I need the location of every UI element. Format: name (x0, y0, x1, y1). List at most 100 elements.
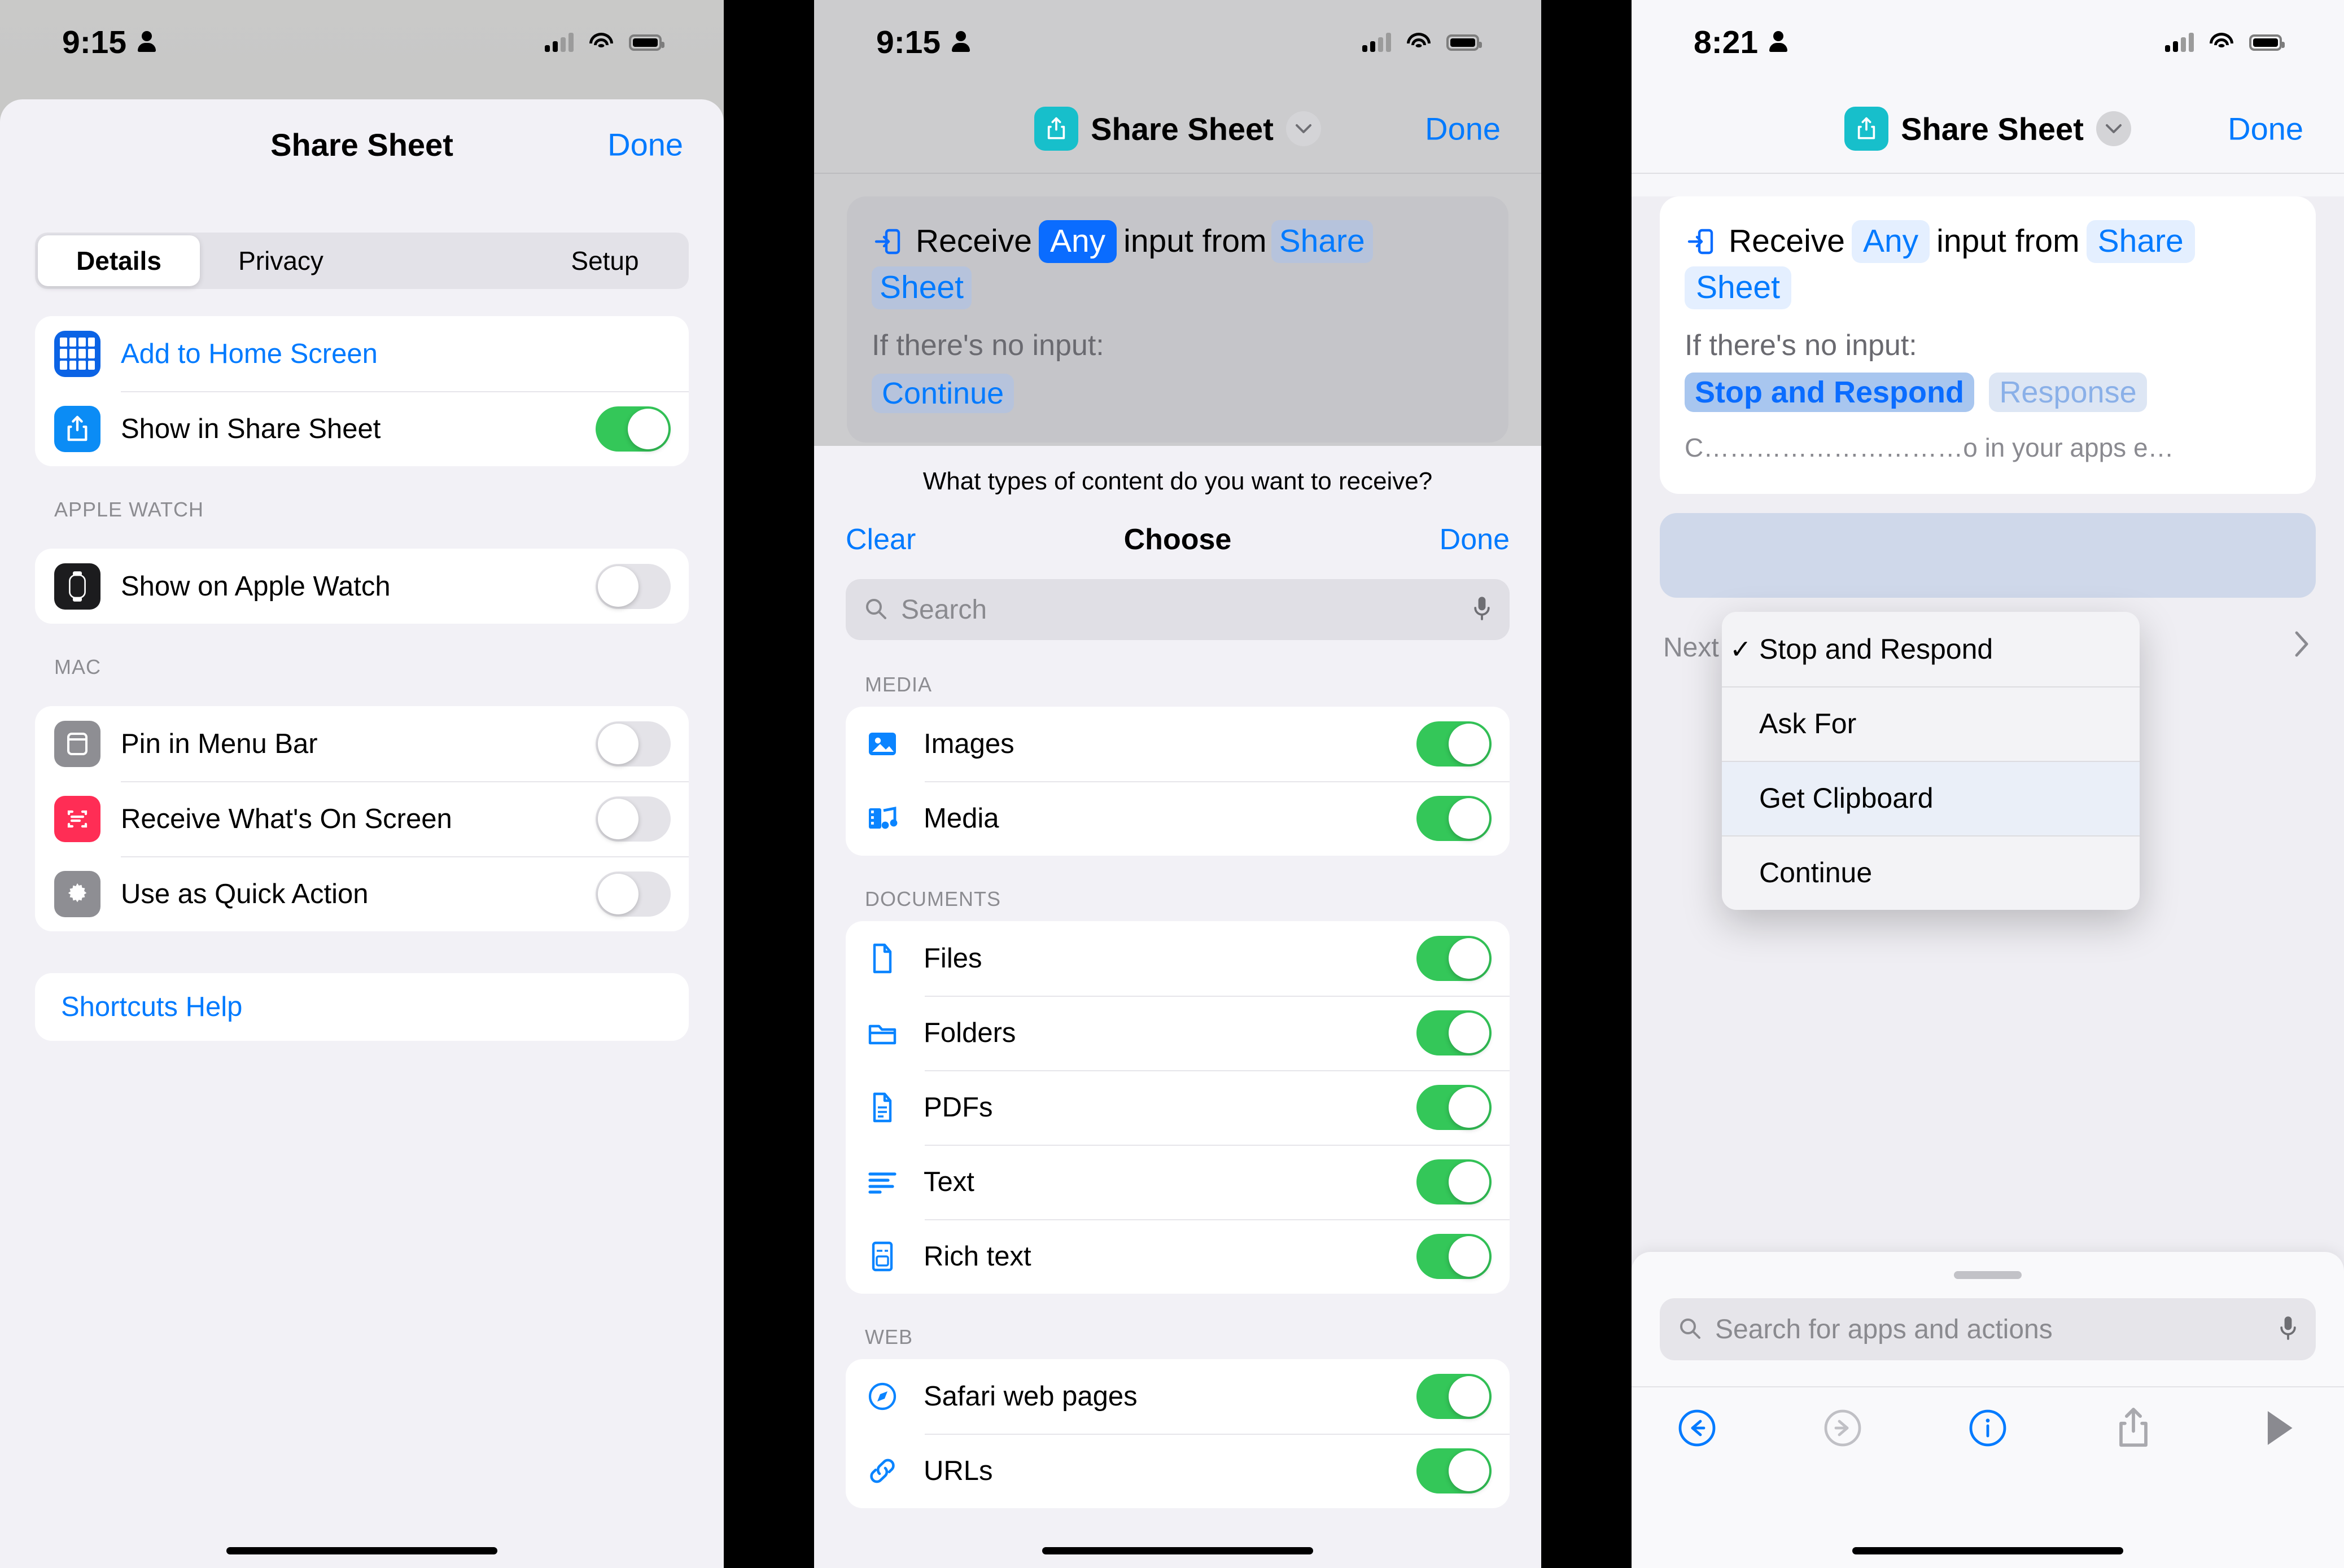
row-pin-in-menu-bar[interactable]: Pin in Menu Bar (35, 706, 689, 781)
panel-share-sheet-settings: 9:15 Share Sheet Done Details Privacy Se… (0, 0, 724, 1568)
undo-icon[interactable] (1673, 1404, 1721, 1452)
toggle-safari-web-pages[interactable] (1416, 1374, 1492, 1419)
token-input-type[interactable]: Any (1851, 220, 1930, 263)
play-icon[interactable] (2255, 1404, 2302, 1452)
media-icon (865, 801, 900, 836)
token-source-sheet[interactable]: Sheet (872, 266, 972, 309)
picker-prompt: What types of content do you want to rec… (922, 467, 1433, 495)
search-placeholder: Search (901, 594, 987, 625)
menu-item-stop-and-respond[interactable]: ✓ Stop and Respond (1722, 612, 2140, 686)
menu-item-ask-for[interactable]: Ask For (1722, 686, 2140, 761)
token-source-share[interactable]: Share (1271, 220, 1373, 263)
toggle-pin-in-menu-bar[interactable] (596, 721, 671, 767)
content-type-picker-sheet: What types of content do you want to rec… (814, 446, 1541, 1568)
chevron-down-icon[interactable] (1285, 111, 1321, 146)
battery-icon (1446, 34, 1482, 51)
search-input[interactable]: Search (846, 579, 1510, 640)
done-button[interactable]: Done (2228, 111, 2303, 147)
row-images[interactable]: Images (846, 707, 1510, 781)
chevron-down-icon[interactable] (2096, 111, 2131, 146)
toggle-folders[interactable] (1416, 1010, 1492, 1055)
tab-privacy[interactable]: Privacy (200, 235, 362, 286)
segmented-tabs[interactable]: Details Privacy Setup (35, 233, 689, 289)
receive-input-icon (872, 226, 903, 257)
row-use-as-quick-action[interactable]: Use as Quick Action (35, 856, 689, 931)
group-apple-watch: Show on Apple Watch (35, 549, 689, 624)
response-variable-token[interactable]: Response (1989, 372, 2147, 412)
menu-item-get-clipboard[interactable]: Get Clipboard (1722, 761, 2140, 835)
photo-icon (865, 726, 900, 761)
toggle-text[interactable] (1416, 1159, 1492, 1205)
toggle-images[interactable] (1416, 721, 1492, 767)
check-icon: ✓ (1730, 634, 1752, 664)
clear-button[interactable]: Clear (846, 523, 916, 557)
word-input-from: input from (1123, 223, 1267, 259)
toggle-show-on-apple-watch[interactable] (596, 563, 671, 609)
row-show-on-apple-watch[interactable]: Show on Apple Watch (35, 549, 689, 624)
group-documents: Files Folders PDFs Text Rich text (846, 921, 1510, 1294)
toggle-use-as-quick-action[interactable] (596, 871, 671, 917)
cellular-signal-icon (2165, 33, 2194, 52)
row-folders[interactable]: Folders (846, 996, 1510, 1070)
shortcuts-help-row[interactable]: Shortcuts Help (35, 973, 689, 1041)
menu-item-label: Get Clipboard (1759, 782, 1934, 814)
search-apps-and-actions-input[interactable]: Search for apps and actions (1660, 1298, 2316, 1360)
row-show-in-share-sheet[interactable]: Show in Share Sheet (35, 391, 689, 466)
status-time: 9:15 (876, 24, 941, 60)
share-sheet-settings-sheet: Share Sheet Done Details Privacy Setup A… (0, 99, 724, 1568)
toggle-media[interactable] (1416, 796, 1492, 841)
no-input-value-token[interactable]: Continue (872, 373, 1014, 413)
no-input-selected-token[interactable]: Stop and Respond (1685, 372, 1974, 412)
status-left: 9:15 (62, 24, 157, 61)
search-icon (864, 597, 887, 623)
row-add-to-home-screen[interactable]: Add to Home Screen (35, 316, 689, 391)
info-icon[interactable] (1964, 1404, 2011, 1452)
page-title: Share Sheet (270, 126, 453, 163)
sheet-grabber[interactable] (1954, 1271, 2022, 1279)
token-source-share[interactable]: Share (2086, 220, 2195, 263)
toggle-rich-text[interactable] (1416, 1234, 1492, 1279)
row-media[interactable]: Media (846, 781, 1510, 856)
chevron-right-icon[interactable] (2293, 629, 2310, 665)
panel2-dimmed-background: 9:15 Share Sheet Done Receive Any input … (814, 0, 1541, 446)
picker-scroll-area[interactable]: MEDIA Images Media DOCUMENTS Files Folde… (814, 641, 1541, 1568)
row-pdfs[interactable]: PDFs (846, 1070, 1510, 1145)
toggle-pdfs[interactable] (1416, 1085, 1492, 1130)
microphone-icon[interactable] (2279, 1315, 2298, 1344)
done-button[interactable]: Done (1425, 111, 1501, 147)
share-icon[interactable] (2110, 1404, 2157, 1452)
person-icon (951, 30, 971, 55)
variable-suggestion-bar[interactable] (1660, 513, 2316, 598)
receive-action-card[interactable]: Receive Any input from Share Sheet If th… (847, 196, 1508, 443)
microphone-icon[interactable] (1472, 595, 1492, 624)
toggle-show-in-share-sheet[interactable] (596, 406, 671, 452)
home-screen-grid-icon (54, 330, 100, 377)
token-source-sheet[interactable]: Sheet (1685, 266, 1791, 309)
row-receive-whats-on-screen[interactable]: Receive What's On Screen (35, 781, 689, 856)
tab-details[interactable]: Details (38, 235, 200, 286)
row-rich-text[interactable]: Rich text (846, 1219, 1510, 1294)
picker-done-button[interactable]: Done (1440, 523, 1510, 557)
row-text[interactable]: Text (846, 1145, 1510, 1219)
row-urls[interactable]: URLs (846, 1434, 1510, 1508)
word-receive: Receive (1729, 223, 1845, 259)
toggle-urls[interactable] (1416, 1448, 1492, 1493)
toggle-files[interactable] (1416, 936, 1492, 981)
row-files[interactable]: Files (846, 921, 1510, 996)
menu-item-continue[interactable]: Continue (1722, 835, 2140, 910)
row-label: Rich text (924, 1241, 1031, 1272)
toggle-receive-whats-on-screen[interactable] (596, 796, 671, 842)
done-button[interactable]: Done (607, 126, 683, 163)
status-time: 9:15 (62, 24, 127, 60)
pdf-icon (865, 1090, 900, 1125)
token-input-type[interactable]: Any (1038, 220, 1117, 263)
row-safari-web-pages[interactable]: Safari web pages (846, 1359, 1510, 1434)
panel3-editor-body: Receive Any input from Share Sheet If th… (1632, 196, 2344, 1365)
tab-setup[interactable]: Setup (524, 235, 686, 286)
receive-action-card[interactable]: Receive Any input from Share Sheet If th… (1660, 196, 2316, 494)
shortcuts-help-link[interactable]: Shortcuts Help (61, 991, 242, 1023)
picker-toolbar: Clear Choose Done (814, 496, 1541, 557)
group-mac: Pin in Menu Bar Receive What's On Screen (35, 706, 689, 931)
no-input-dropdown-menu[interactable]: ✓ Stop and Respond Ask For Get Clipboard… (1722, 612, 2140, 910)
no-input-label: If there's no input: (872, 329, 1104, 362)
